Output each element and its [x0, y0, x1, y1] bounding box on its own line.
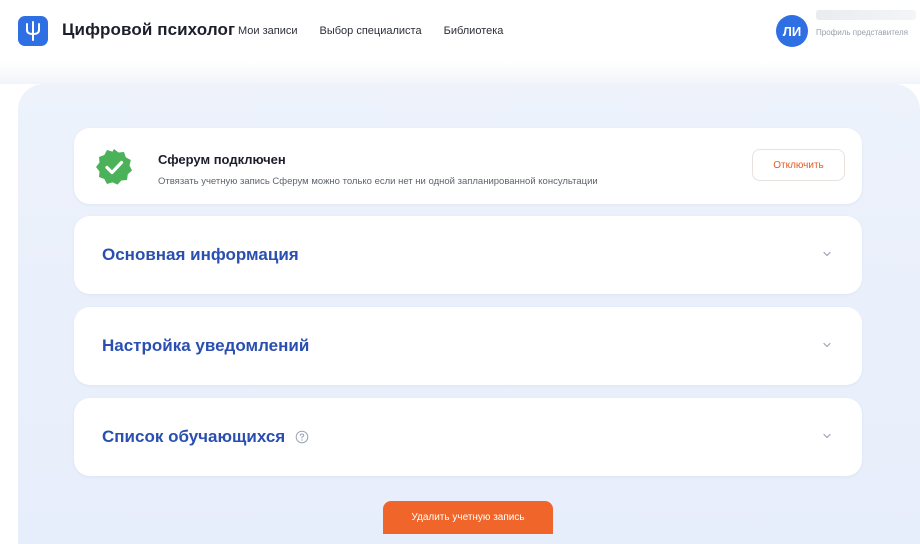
sferum-card: Сферум подключен Отвязать учетную запись…: [74, 128, 862, 204]
chevron-down-icon[interactable]: [822, 341, 832, 349]
app-header: Цифровой психолог Мои записи Выбор специ…: [0, 0, 920, 62]
accordion-title-text: Основная информация: [102, 245, 299, 264]
profile-name-blurred[interactable]: [816, 10, 916, 20]
brand-title[interactable]: Цифровой психолог: [62, 20, 235, 40]
profile-label[interactable]: Профиль представителя: [816, 28, 908, 37]
check-badge-icon: [94, 147, 134, 187]
delete-account-button[interactable]: Удалить учетную запись: [383, 501, 553, 534]
accordion-title: Список обучающихся: [102, 427, 309, 447]
nav-library[interactable]: Библиотека: [444, 25, 504, 37]
nav-choose-specialist[interactable]: Выбор специалиста: [320, 25, 422, 37]
chevron-down-icon[interactable]: [822, 250, 832, 258]
nav-my-records[interactable]: Мои записи: [238, 25, 298, 37]
accordion-basic-info[interactable]: Основная информация: [74, 216, 862, 294]
header-shadow: [0, 62, 920, 84]
accordion-title: Основная информация: [102, 245, 299, 265]
sferum-description: Отвязать учетную запись Сферум можно тол…: [158, 176, 598, 187]
accordion-title: Настройка уведомлений: [102, 336, 309, 356]
accordion-title-text: Настройка уведомлений: [102, 336, 310, 355]
help-icon[interactable]: [295, 430, 309, 444]
avatar[interactable]: ЛИ: [776, 15, 808, 47]
disconnect-button[interactable]: Отключить: [752, 149, 845, 181]
accordion-notifications[interactable]: Настройка уведомлений: [74, 307, 862, 385]
psi-logo-icon[interactable]: [18, 16, 48, 46]
chevron-down-icon[interactable]: [822, 432, 832, 440]
main-nav: Мои записи Выбор специалиста Библиотека: [238, 25, 525, 37]
accordion-title-text: Список обучающихся: [102, 427, 286, 446]
accordion-students[interactable]: Список обучающихся: [74, 398, 862, 476]
sferum-title: Сферум подключен: [158, 152, 286, 167]
